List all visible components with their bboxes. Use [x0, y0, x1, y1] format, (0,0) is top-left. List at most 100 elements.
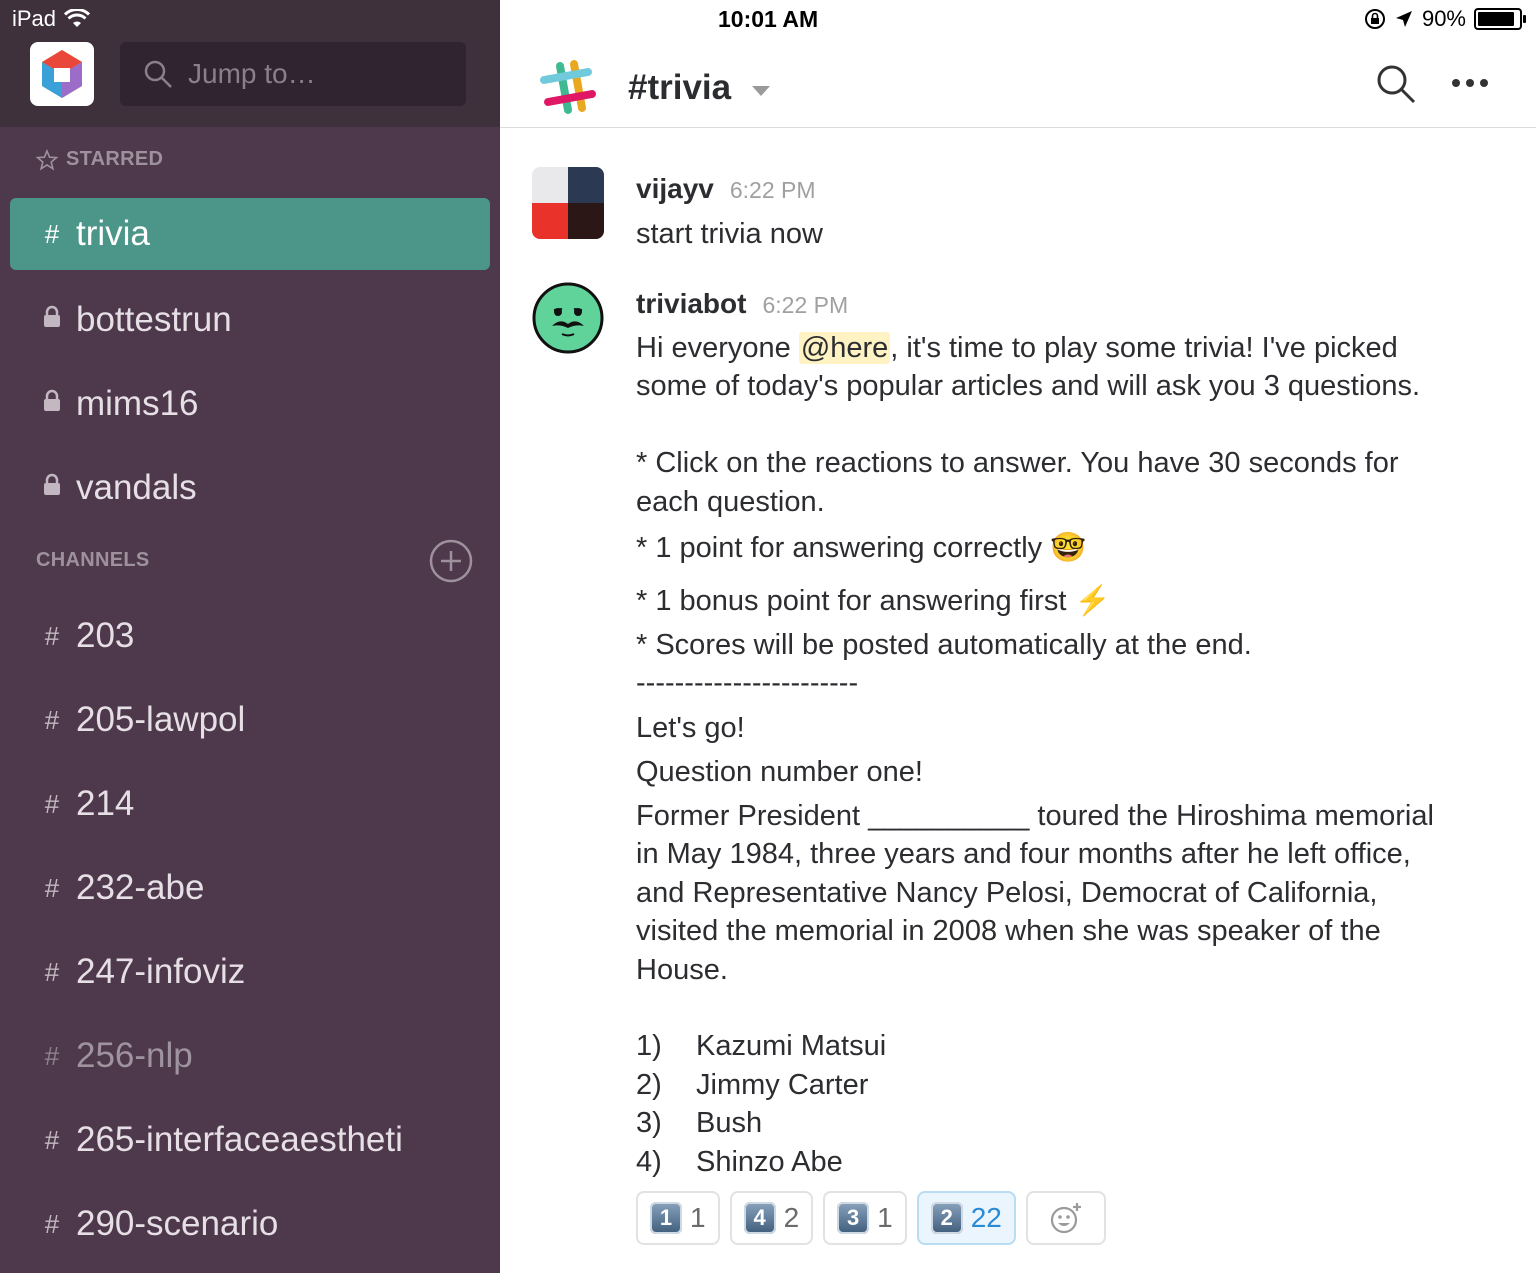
- triviabot-avatar-icon: [532, 282, 604, 354]
- search-icon: [144, 60, 172, 88]
- message-line: Question number one!: [636, 756, 923, 788]
- channel-label: 247-infoviz: [76, 952, 246, 991]
- reaction-bar: 1 1 4 2 3 1 2 22: [636, 1191, 1106, 1245]
- question-line: and Representative Nancy Pelosi, Democra…: [636, 877, 1378, 909]
- message-text: start trivia now: [636, 218, 823, 250]
- avatar-image: [532, 167, 604, 239]
- channel-label: mims16: [76, 384, 199, 423]
- starred-label: STARRED: [66, 148, 164, 170]
- keycap-two-icon: 2: [930, 1202, 963, 1234]
- avatar[interactable]: [532, 167, 604, 239]
- channel-hash-icon: #: [44, 1208, 60, 1239]
- search-icon[interactable]: [1374, 62, 1418, 106]
- lock-icon: [38, 389, 66, 420]
- author-name[interactable]: triviabot: [636, 288, 746, 319]
- channel-hash-icon: #: [44, 1040, 60, 1071]
- chevron-down-icon[interactable]: [752, 86, 770, 96]
- sidebar: iPad Jump to… STARRED # trivia bottestru…: [0, 0, 500, 1273]
- channel-label: bottestrun: [76, 300, 232, 339]
- option-number: 3): [636, 1107, 662, 1139]
- channel-label: 290-scenario: [76, 1204, 279, 1243]
- sidebar-item-mims16[interactable]: mims16: [10, 368, 490, 440]
- message-line: * Scores will be posted automatically at…: [636, 629, 1252, 661]
- channel-label: 265-interfaceaestheti: [76, 1120, 403, 1159]
- option-text: Kazumi Matsui: [696, 1030, 887, 1062]
- message-time: 6:22 PM: [729, 177, 816, 203]
- question-line: in May 1984, three years and four months…: [636, 838, 1411, 870]
- message-author: vijayv 6:22 PM: [636, 173, 816, 205]
- channel-label: 214: [76, 784, 135, 823]
- avatar[interactable]: [532, 282, 604, 354]
- reaction-keycap-2[interactable]: 2 22: [916, 1191, 1016, 1245]
- reaction-keycap-4[interactable]: 4 2: [729, 1191, 814, 1245]
- channel-label: 256-nlp: [76, 1036, 193, 1075]
- channel-hash-icon: #: [44, 218, 60, 249]
- author-name[interactable]: vijayv: [636, 173, 714, 204]
- channel-title[interactable]: #trivia: [628, 68, 731, 108]
- channel-label: 203: [76, 616, 135, 655]
- more-options-icon[interactable]: [1450, 68, 1494, 98]
- message-line: * 1 point for answering correctly 🤓: [636, 532, 1087, 564]
- reaction-keycap-3[interactable]: 3 1: [823, 1191, 907, 1245]
- add-reaction-icon: [1050, 1203, 1081, 1234]
- question-line: visited the memorial in 2008 when she wa…: [636, 915, 1381, 947]
- message-line: * Click on the reactions to answer. You …: [636, 447, 1399, 479]
- channels-label: CHANNELS: [36, 549, 150, 571]
- message-line: Hi everyone @here, it's time to play som…: [636, 329, 1398, 368]
- team-logo[interactable]: [30, 42, 94, 106]
- sidebar-item-265-interfaceaestheti[interactable]: # 265-interfaceaestheti: [10, 1104, 490, 1176]
- sidebar-item-290-scenario[interactable]: # 290-scenario: [10, 1188, 490, 1260]
- here-mention[interactable]: @here: [798, 332, 891, 364]
- sidebar-item-232-abe[interactable]: # 232-abe: [10, 852, 490, 924]
- wifi-icon: [64, 9, 91, 27]
- sidebar-item-203[interactable]: # 203: [10, 600, 490, 672]
- channel-label: 205-lawpol: [76, 700, 246, 739]
- sidebar-item-trivia[interactable]: # trivia: [10, 198, 490, 270]
- sidebar-item-bottestrun[interactable]: bottestrun: [10, 284, 490, 356]
- channel-hash-icon: #: [44, 956, 60, 987]
- reaction-count: 1: [690, 1202, 706, 1233]
- answer-option: 4) Shinzo Abe: [636, 1143, 843, 1182]
- option-number: 4): [636, 1146, 662, 1178]
- channel-hash-icon: #: [44, 620, 60, 651]
- channel-hash-icon: #: [44, 1124, 60, 1155]
- sidebar-header: iPad Jump to…: [0, 0, 500, 127]
- keycap-four-icon: 4: [743, 1202, 776, 1234]
- sidebar-item-205-lawpol[interactable]: # 205-lawpol: [10, 684, 490, 756]
- message-line: Let's go!: [636, 712, 745, 744]
- sidebar-item-247-infoviz[interactable]: # 247-infoviz: [10, 936, 490, 1008]
- jump-to-search[interactable]: Jump to…: [120, 42, 466, 106]
- reaction-count: 1: [877, 1202, 893, 1233]
- star-icon: [36, 148, 58, 170]
- reaction-count: 2: [783, 1202, 800, 1233]
- message-line: some of today's popular articles and wil…: [636, 370, 1421, 402]
- channel-label: vandals: [76, 468, 197, 507]
- answer-option: 1) Kazumi Matsui: [636, 1027, 886, 1066]
- add-reaction-button[interactable]: [1025, 1191, 1106, 1245]
- battery-percent: 90%: [1421, 6, 1466, 31]
- reaction-keycap-1[interactable]: 1 1: [636, 1191, 720, 1245]
- add-channel-icon[interactable]: [429, 539, 473, 583]
- channel-header: #trivia: [500, 40, 1536, 128]
- channel-label: trivia: [76, 214, 150, 253]
- message-author: triviabot 6:22 PM: [636, 288, 848, 320]
- channel-hash-icon: #: [44, 872, 60, 903]
- channels-header: CHANNELS: [36, 549, 150, 572]
- greeting-text: Hi everyone: [636, 332, 799, 364]
- keycap-one-icon: 1: [650, 1202, 682, 1234]
- sidebar-item-214[interactable]: # 214: [10, 768, 490, 840]
- answer-option: 3) Bush: [636, 1104, 762, 1143]
- option-text: Bush: [696, 1107, 763, 1139]
- sidebar-item-256-nlp[interactable]: # 256-nlp: [10, 1020, 490, 1092]
- channel-hash-icon: #: [44, 704, 60, 735]
- sidebar-item-vandals[interactable]: vandals: [10, 452, 490, 524]
- message-line: * 1 bonus point for answering first ⚡: [636, 585, 1111, 617]
- message-divider: -----------------------: [636, 667, 859, 699]
- status-time: 10:01 AM: [718, 6, 819, 32]
- question-line: Former President __________ toured the H…: [636, 800, 1434, 832]
- device-name: iPad: [12, 6, 57, 31]
- channel-hash-icon: #: [44, 788, 60, 819]
- question-line: House.: [636, 954, 728, 986]
- slack-hash-icon: [540, 60, 596, 114]
- message-line: each question.: [636, 486, 825, 518]
